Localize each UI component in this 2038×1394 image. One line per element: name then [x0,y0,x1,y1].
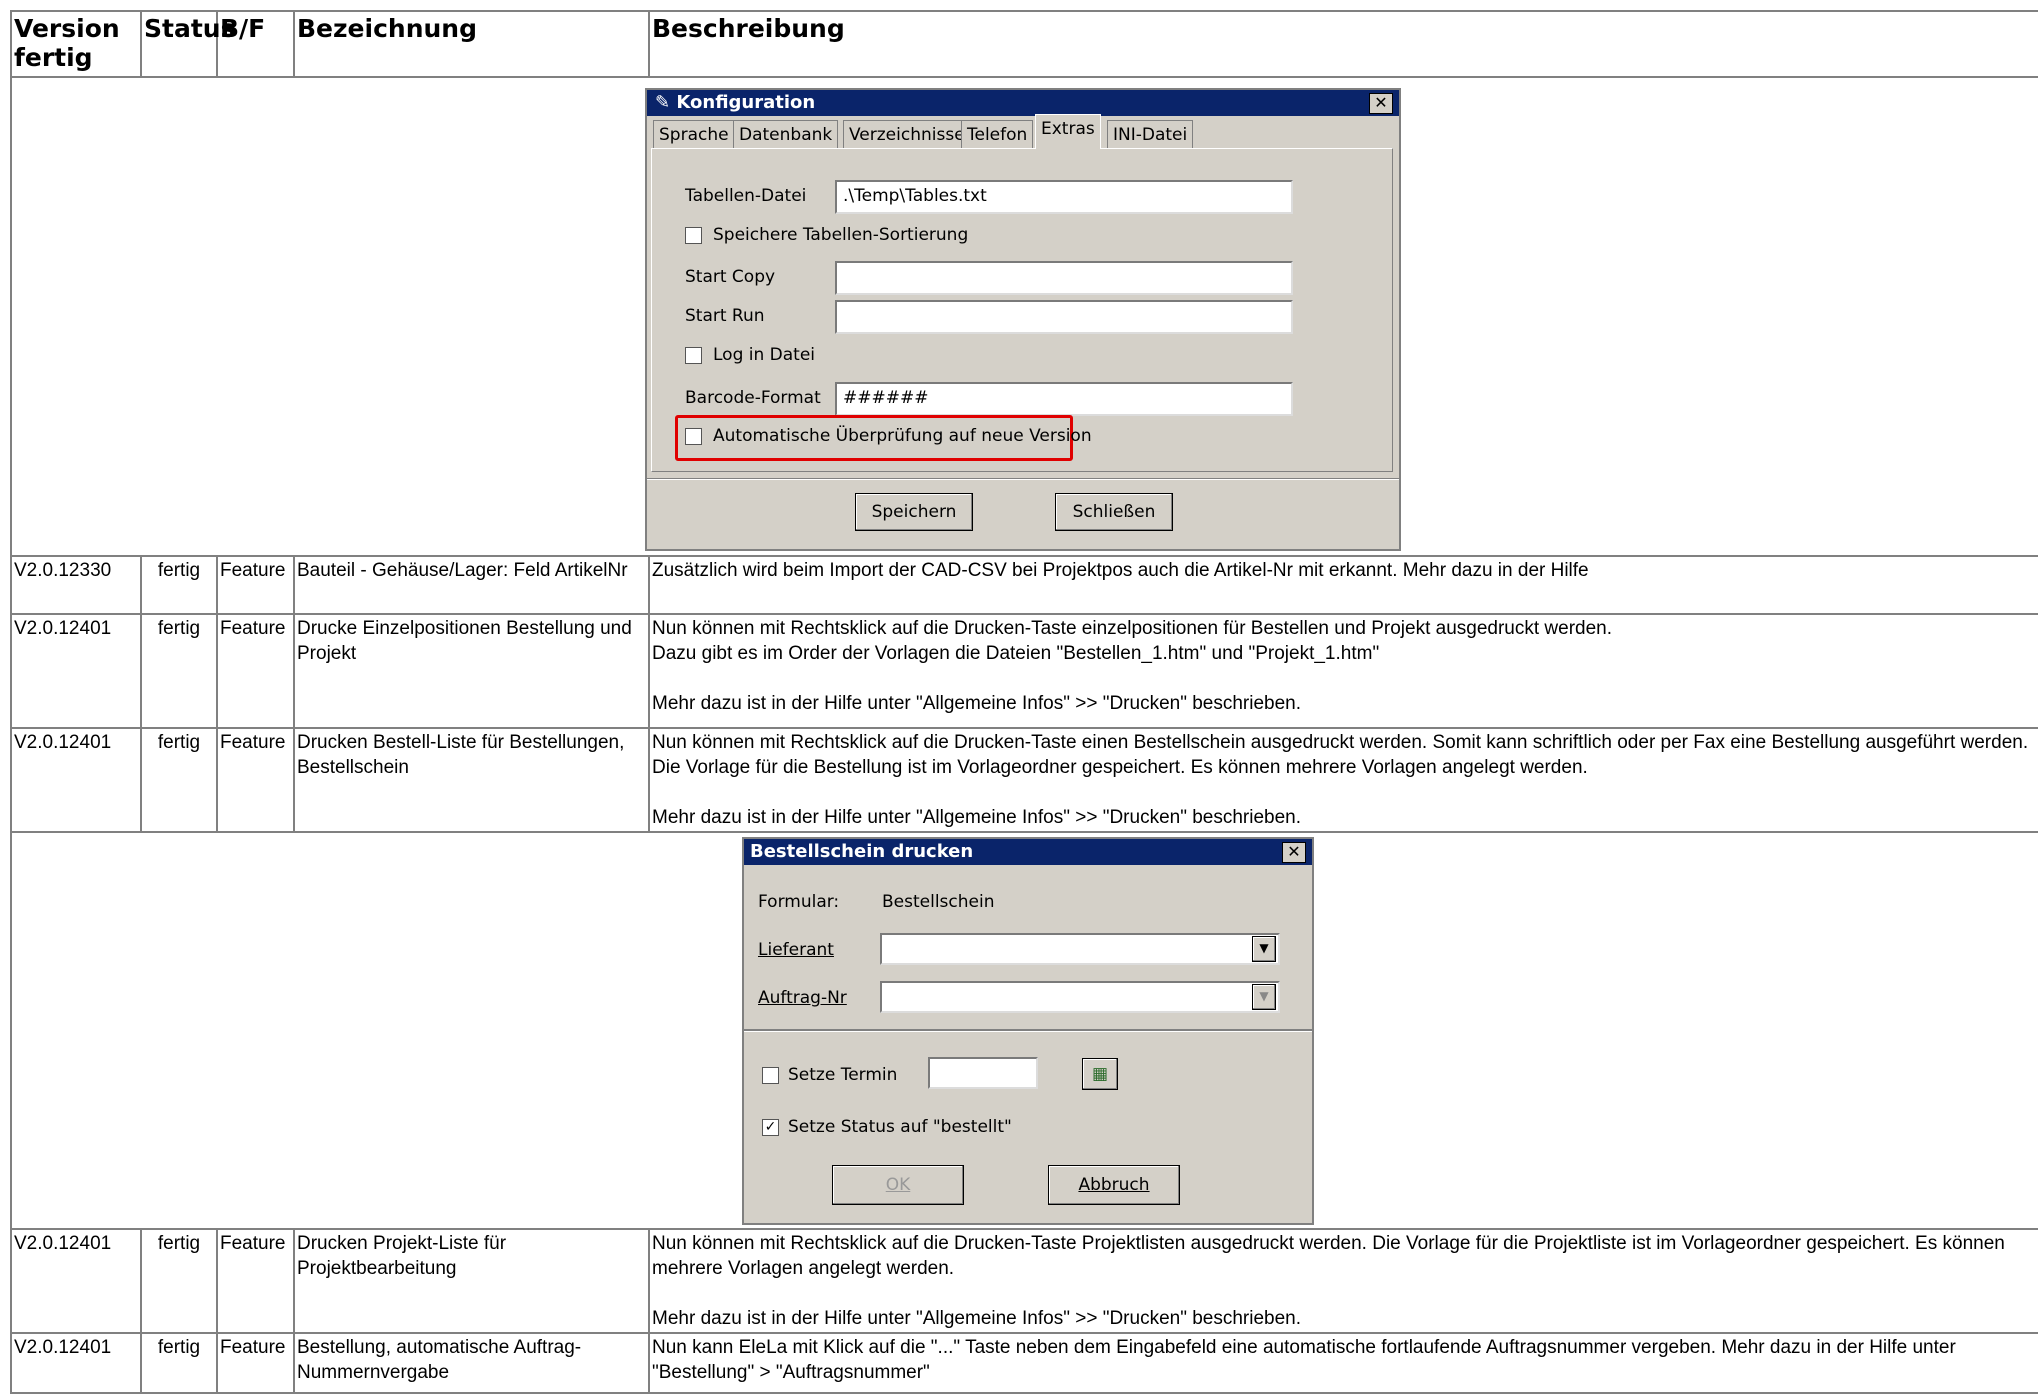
table-row: V2.0.12401 fertig Feature Drucken Projek… [10,1228,2038,1334]
table-row: V2.0.12401 fertig Feature Drucken Bestel… [10,727,2038,833]
header-status: Status [140,10,235,78]
close-icon[interactable]: ✕ [1369,93,1393,114]
config-title: Konfiguration [676,92,816,113]
close-button[interactable]: Schließen [1055,493,1173,531]
formular-value: Bestellschein [882,892,995,912]
cell-bf: Feature [216,613,295,729]
divider [744,1029,1312,1032]
header-bezeichnung: Bezeichnung [293,10,650,78]
screenshot-row: ✎ Konfiguration ✕ Sprache Datenbank Verz… [10,76,2038,557]
tabellen-input[interactable]: .\Temp\Tables.txt [835,180,1293,214]
formular-label: Formular: [758,892,840,912]
cell-bezeichnung: Drucken Bestell-Liste für Bestellungen, … [293,727,650,833]
screenshot-row: Bestellschein drucken ✕ Formular: Bestel… [10,831,2038,1230]
auftrag-label: Auftrag-Nr [758,988,847,1008]
start-copy-label: Start Copy [685,267,776,287]
config-screenshot-cell: ✎ Konfiguration ✕ Sprache Datenbank Verz… [10,76,2038,557]
header-bf: B/F [216,10,295,78]
tab-verzeichnisse[interactable]: Verzeichnisse [843,120,971,149]
cell-version: V2.0.12401 [10,613,142,729]
order-screenshot-cell: Bestellschein drucken ✕ Formular: Bestel… [10,831,2038,1230]
cell-bezeichnung: Bestellung, automatische Auftrag-Nummern… [293,1332,650,1394]
cell-version: V2.0.12401 [10,1332,142,1394]
cell-bezeichnung: Bauteil - Gehäuse/Lager: Feld ArtikelNr [293,555,650,615]
tab-extras[interactable]: Extras [1035,114,1101,149]
barcode-label: Barcode-Format [685,388,821,408]
cell-beschreibung: Nun können mit Rechtsklick auf die Druck… [648,727,2038,833]
cancel-button[interactable]: Abbruch [1048,1165,1180,1205]
termin-label: Setze Termin [788,1065,898,1085]
app-icon: ✎ [655,92,671,113]
start-run-label: Start Run [685,306,765,326]
start-copy-input[interactable] [835,261,1293,295]
lieferant-select[interactable] [880,933,1280,965]
config-titlebar: ✎ Konfiguration ✕ [647,90,1399,116]
tab-datenbank[interactable]: Datenbank [733,120,839,149]
order-dialog: Bestellschein drucken ✕ Formular: Bestel… [742,837,1314,1225]
sort-label: Speichere Tabellen-Sortierung [713,225,969,245]
save-button[interactable]: Speichern [855,493,973,531]
auftrag-select[interactable] [880,981,1280,1013]
cell-version: V2.0.12401 [10,1228,142,1334]
table-row: V2.0.12330 fertig Feature Bauteil - Gehä… [10,555,2038,615]
cell-status: fertig [140,1228,218,1334]
changelog-table: Version fertig Status B/F Bezeichnung Be… [10,10,2038,1394]
config-dialog: ✎ Konfiguration ✕ Sprache Datenbank Verz… [645,88,1401,551]
calendar-icon[interactable]: ▦ [1082,1058,1118,1090]
barcode-input[interactable]: ###### [835,382,1293,416]
divider [647,478,1399,480]
termin-input[interactable] [928,1057,1038,1089]
cell-beschreibung: Nun kann EleLa mit Klick auf die "..." T… [648,1332,2038,1394]
cell-version: V2.0.12330 [10,555,142,615]
cell-beschreibung: Nun können mit Rechtsklick auf die Druck… [648,1228,2038,1334]
log-label: Log in Datei [713,345,816,365]
chevron-down-icon[interactable]: ▼ [1252,936,1276,962]
cell-beschreibung: Nun können mit Rechtsklick auf die Druck… [648,613,2038,729]
cell-status: fertig [140,1332,218,1394]
table-row: V2.0.12401 fertig Feature Drucke Einzelp… [10,613,2038,729]
cell-bf: Feature [216,1332,295,1394]
cell-status: fertig [140,613,218,729]
status-checkbox[interactable]: ✓ [762,1119,779,1136]
cell-beschreibung: Zusätzlich wird beim Import der CAD-CSV … [648,555,2038,615]
cell-bf: Feature [216,727,295,833]
close-icon[interactable]: ✕ [1282,842,1306,863]
status-label: Setze Status auf "bestellt" [788,1117,1012,1137]
tab-ini-datei[interactable]: INI-Datei [1107,120,1194,149]
header-version: Version fertig [10,10,142,78]
cell-bf: Feature [216,1228,295,1334]
ok-button[interactable]: OK [832,1165,964,1205]
auto-check-label: Automatische Überprüfung auf neue Versio… [713,426,1092,446]
order-title: Bestellschein drucken [750,841,974,862]
tab-telefon[interactable]: Telefon [961,120,1034,149]
cell-version: V2.0.12401 [10,727,142,833]
start-run-input[interactable] [835,300,1293,334]
cell-bezeichnung: Drucke Einzelpositionen Bestellung und P… [293,613,650,729]
log-checkbox[interactable] [685,347,702,364]
cell-bf: Feature [216,555,295,615]
lieferant-label: Lieferant [758,940,834,960]
table-row: V2.0.12401 fertig Feature Bestellung, au… [10,1332,2038,1394]
cell-status: fertig [140,555,218,615]
header-beschreibung: Beschreibung [648,10,2038,78]
cell-status: fertig [140,727,218,833]
auto-check-checkbox[interactable] [685,428,702,445]
chevron-down-icon[interactable]: ▼ [1252,984,1276,1010]
cell-bezeichnung: Drucken Projekt-Liste für Projektbearbei… [293,1228,650,1334]
tab-sprache[interactable]: Sprache [653,120,735,149]
sort-checkbox[interactable] [685,227,702,244]
order-titlebar: Bestellschein drucken ✕ [744,839,1312,865]
table-header-row: Version fertig Status B/F Bezeichnung Be… [10,10,2038,78]
tabellen-label: Tabellen-Datei [685,186,807,206]
termin-checkbox[interactable] [762,1067,779,1084]
